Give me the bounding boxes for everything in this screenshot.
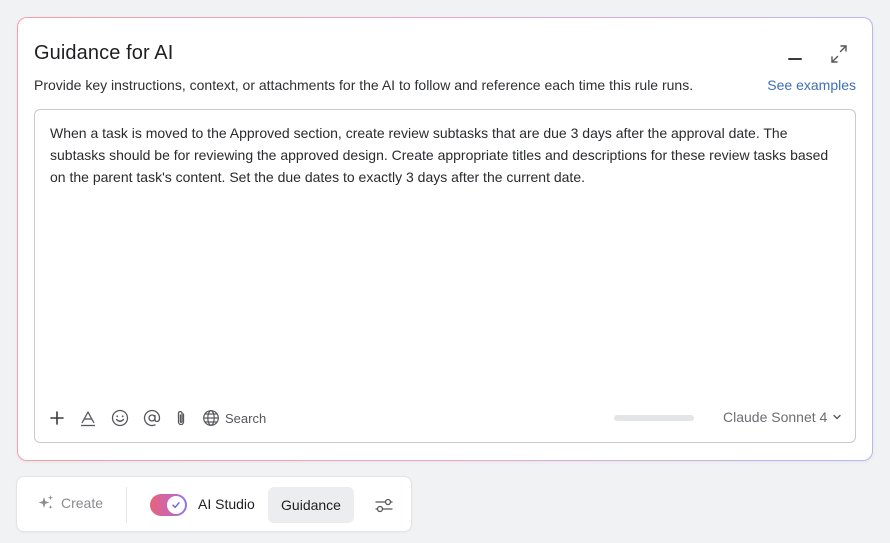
model-label: Claude Sonnet 4 — [723, 409, 828, 425]
ai-studio-toggle[interactable] — [150, 494, 187, 516]
panel-title: Guidance for AI — [34, 42, 174, 64]
create-label: Create — [61, 495, 104, 511]
toggle-knob — [167, 496, 185, 514]
tab-guidance[interactable]: Guidance — [268, 487, 354, 523]
minimize-icon — [788, 58, 802, 60]
text-format-button[interactable] — [79, 408, 97, 428]
model-selector[interactable]: Claude Sonnet 4 — [723, 409, 843, 425]
web-search-button[interactable]: Search — [202, 408, 266, 428]
expand-icon — [831, 45, 847, 63]
attach-button[interactable] — [172, 408, 190, 428]
rule-bottom-bar: Create AI Studio Guidance — [16, 476, 412, 532]
mention-icon — [143, 409, 161, 427]
mention-button[interactable] — [142, 408, 162, 428]
attachment-icon — [177, 411, 185, 426]
check-icon — [172, 502, 180, 509]
guidance-text[interactable]: When a task is moved to the Approved sec… — [50, 122, 845, 188]
settings-button[interactable] — [374, 495, 394, 515]
search-label: Search — [225, 410, 267, 426]
divider — [126, 487, 127, 523]
guidance-editor[interactable]: When a task is moved to the Approved sec… — [34, 109, 856, 443]
chevron-down-icon — [833, 414, 842, 420]
ai-studio-label: AI Studio — [198, 496, 255, 512]
sparkle-icon — [38, 495, 54, 510]
plus-icon — [50, 411, 64, 425]
expand-button[interactable] — [828, 43, 850, 65]
context-usage-bar — [614, 415, 694, 421]
guidance-panel: Guidance for AI Provide key instructions… — [17, 17, 873, 461]
sliders-icon — [375, 498, 393, 513]
minimize-button[interactable] — [784, 46, 806, 68]
panel-subtitle: Provide key instructions, context, or at… — [34, 77, 694, 93]
see-examples-link[interactable]: See examples — [767, 77, 856, 93]
emoji-icon — [111, 409, 129, 427]
create-button[interactable]: Create — [37, 494, 103, 512]
add-button[interactable] — [49, 408, 65, 428]
emoji-button[interactable] — [110, 408, 130, 428]
globe-icon — [203, 410, 219, 426]
text-format-icon — [81, 411, 95, 427]
